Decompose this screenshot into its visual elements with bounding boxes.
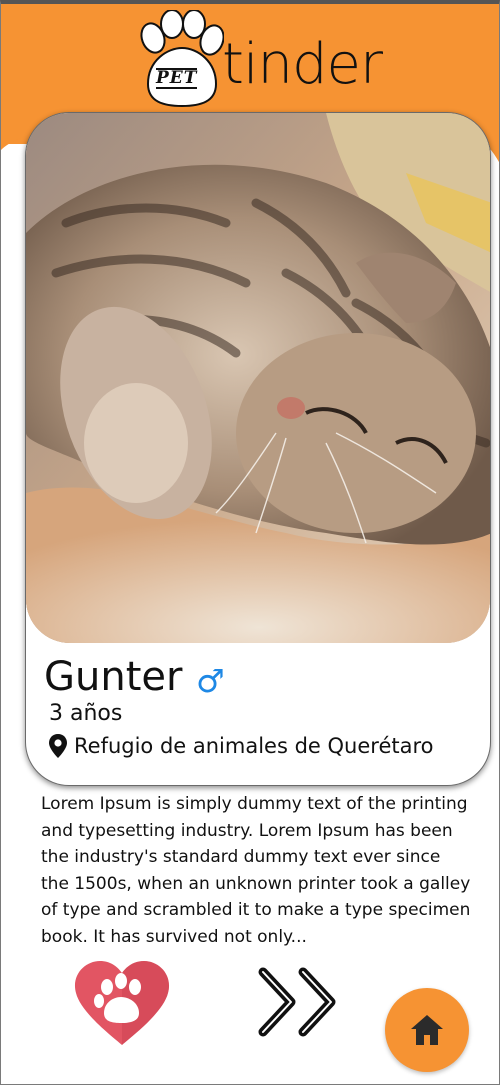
home-button[interactable] (385, 988, 469, 1072)
male-icon: ♂ (196, 662, 225, 700)
pet-location: Refugio de animales de Querétaro (48, 730, 434, 762)
like-button[interactable] (73, 959, 171, 1047)
pet-card[interactable]: Gunter ♂ 3 años Refugio de animales de Q… (25, 112, 491, 786)
pet-description: Lorem Ipsum is simply dummy text of the … (41, 794, 471, 947)
heart-paw-icon (74, 961, 170, 1045)
pet-age: 3 años (49, 701, 123, 726)
app-logo: PET tinder (134, 10, 383, 110)
logo-pet-label: PET (156, 68, 198, 89)
double-chevron-right-icon (258, 967, 336, 1037)
logo-brand-text: tinder (222, 32, 383, 97)
cat-photo-illustration (26, 113, 490, 643)
pet-photo (26, 113, 490, 643)
paw-logo-icon (140, 10, 224, 108)
app-frame: PET tinder Gunter ♂ 3 años Refugio de an… (0, 0, 500, 1085)
home-icon (411, 1015, 443, 1045)
location-text: Refugio de animales de Querétaro (74, 734, 434, 758)
next-button[interactable] (257, 966, 349, 1038)
map-pin-icon (49, 734, 67, 758)
pet-name: Gunter (44, 654, 183, 700)
